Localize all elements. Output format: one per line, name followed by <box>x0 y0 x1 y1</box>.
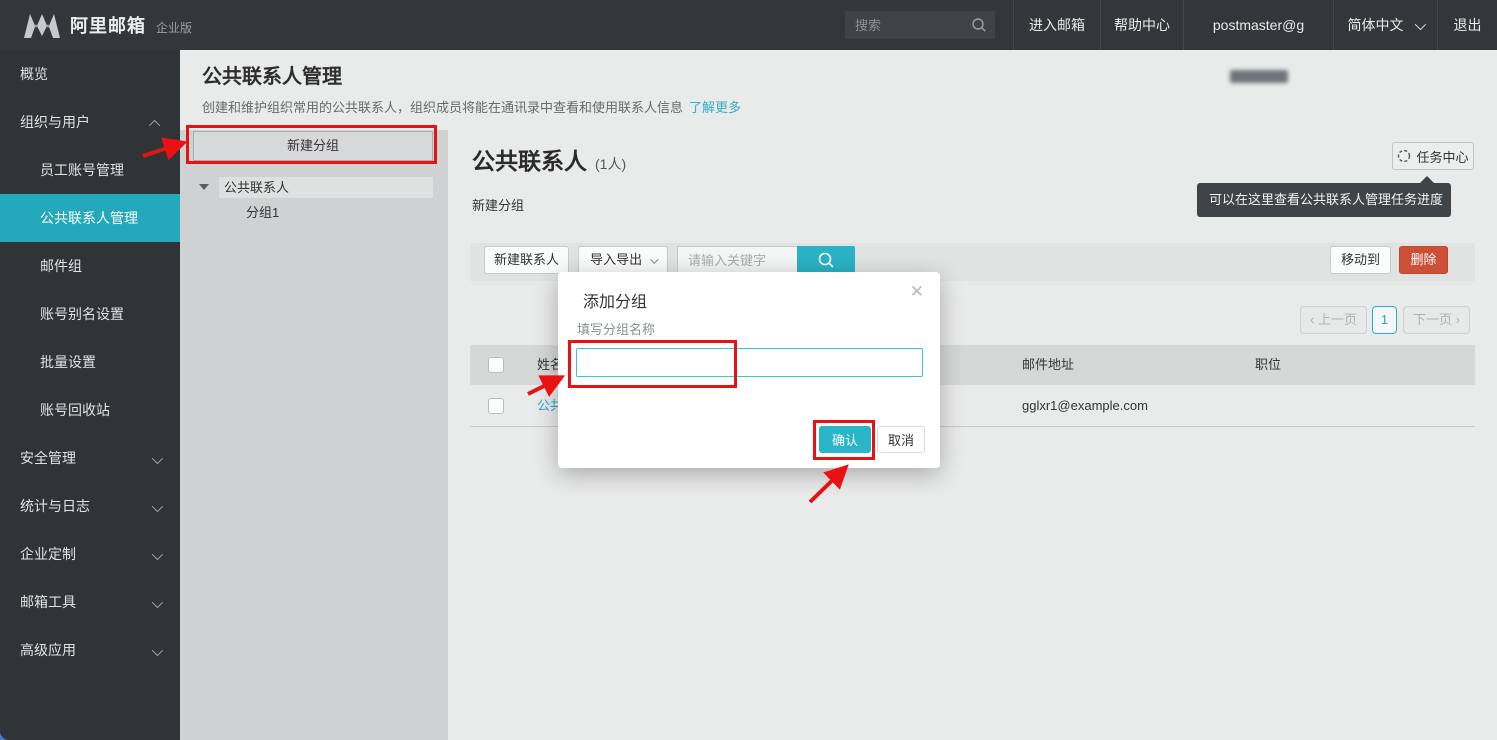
new-group-link[interactable]: 新建分组 <box>472 195 524 214</box>
add-group-modal: 添加分组 ✕ 填写分组名称 确认 取消 <box>558 272 940 468</box>
member-count: (1人) <box>595 156 626 172</box>
sidebar-item-account-recycle[interactable]: 账号回收站 <box>0 386 180 434</box>
logout-button[interactable]: 退出 <box>1437 0 1497 50</box>
task-center-button[interactable]: 任务中心 <box>1392 142 1474 170</box>
enter-mailbox-button[interactable]: 进入邮箱 <box>1013 0 1100 50</box>
column-header-email: 邮件地址 <box>1022 345 1074 385</box>
prev-page-button[interactable]: ‹ 上一页 <box>1300 306 1367 334</box>
tooltip-text: 可以在这里查看公共联系人管理任务进度 <box>1209 183 1443 217</box>
sidebar-item-label: 账号回收站 <box>40 402 110 418</box>
sidebar-item-org-users[interactable]: 组织与用户 <box>0 98 180 146</box>
triangle-down-icon[interactable] <box>199 184 209 190</box>
next-page-button[interactable]: 下一页 › <box>1403 306 1470 334</box>
brand-name: 阿里邮箱 <box>70 12 146 38</box>
help-center-button[interactable]: 帮助中心 <box>1100 0 1183 50</box>
sidebar-item-mail-groups[interactable]: 邮件组 <box>0 242 180 290</box>
row-checkbox[interactable] <box>488 398 504 414</box>
sidebar-item-label: 高级应用 <box>20 642 76 658</box>
page-description: 创建和维护组织常用的公共联系人，组织成员将能在通讯录中查看和使用联系人信息了解更… <box>202 97 741 116</box>
account-menu[interactable]: postmaster@g <box>1183 0 1333 50</box>
group-name-label: 填写分组名称 <box>577 319 655 338</box>
alimail-logo-icon <box>24 12 60 38</box>
keyword-search-button[interactable] <box>797 246 855 274</box>
column-header-title: 职位 <box>1255 345 1281 385</box>
tooltip-arrow <box>1420 176 1434 183</box>
sidebar-item-label: 账号别名设置 <box>40 306 124 322</box>
close-icon[interactable]: ✕ <box>910 282 924 302</box>
import-export-label: 导入导出 <box>590 252 642 267</box>
content-title: 公共联系人 (1人) <box>472 142 626 176</box>
cancel-button[interactable]: 取消 <box>877 426 925 453</box>
task-center-icon <box>1397 149 1411 163</box>
delete-button[interactable]: 删除 <box>1399 246 1448 274</box>
logout-label: 退出 <box>1454 17 1482 33</box>
chevron-down-icon <box>152 549 163 560</box>
group-name-input[interactable] <box>576 348 923 377</box>
sidebar-nav: 概览 组织与用户 员工账号管理 公共联系人管理 邮件组 账号别名设置 批量设置 … <box>0 50 180 740</box>
sidebar-item-overview[interactable]: 概览 <box>0 50 180 98</box>
task-center-label: 任务中心 <box>1416 147 1468 166</box>
sidebar-item-advanced-apps[interactable]: 高级应用 <box>0 626 180 674</box>
sidebar-item-public-contacts[interactable]: 公共联系人管理 <box>0 194 180 242</box>
chevron-down-icon <box>152 453 163 464</box>
learn-more-link[interactable]: 了解更多 <box>689 100 741 115</box>
tree-node-root[interactable]: 公共联系人 <box>219 177 433 198</box>
brand-edition: 企业版 <box>156 19 192 36</box>
sidebar-item-label: 统计与日志 <box>20 498 90 514</box>
sidebar-item-label: 概览 <box>20 66 48 82</box>
chevron-down-icon <box>152 645 163 656</box>
sidebar-item-label: 安全管理 <box>20 450 76 466</box>
sidebar-item-label: 员工账号管理 <box>40 162 124 178</box>
tree-node-group1[interactable]: 分组1 <box>246 203 279 223</box>
page-description-text: 创建和维护组织常用的公共联系人，组织成员将能在通讯录中查看和使用联系人信息 <box>202 100 683 115</box>
admin-console: 阿里邮箱 企业版 进入邮箱 帮助中心 postmaster@g 简体中文 退出 … <box>0 0 1497 740</box>
new-group-button[interactable]: 新建分组 <box>193 131 433 161</box>
chevron-down-icon <box>1415 19 1426 30</box>
page-number-button[interactable]: 1 <box>1372 306 1397 334</box>
confirm-button[interactable]: 确认 <box>819 426 871 453</box>
sidebar-item-enterprise-custom[interactable]: 企业定制 <box>0 530 180 578</box>
topbar-search-input[interactable] <box>845 11 963 39</box>
content-title-text: 公共联系人 <box>472 148 587 174</box>
chevron-down-icon <box>152 597 163 608</box>
sidebar-item-stats-logs[interactable]: 统计与日志 <box>0 482 180 530</box>
account-label: postmaster@g <box>1213 17 1304 33</box>
sidebar-item-label: 公共联系人管理 <box>40 210 138 226</box>
help-center-label: 帮助中心 <box>1114 17 1170 33</box>
sidebar-item-label: 批量设置 <box>40 354 96 370</box>
enter-mailbox-label: 进入邮箱 <box>1029 17 1085 33</box>
task-center-tooltip: 可以在这里查看公共联系人管理任务进度 ✕ <box>1197 183 1451 217</box>
move-to-button[interactable]: 移动到 <box>1330 246 1391 274</box>
account-redacted-blur <box>1230 70 1288 83</box>
annotation-arrow-confirm <box>810 470 843 502</box>
sidebar-item-staff-accounts[interactable]: 员工账号管理 <box>0 146 180 194</box>
keyword-search-input[interactable] <box>677 246 797 274</box>
import-export-button[interactable]: 导入导出 <box>578 246 668 274</box>
sidebar-item-batch-settings[interactable]: 批量设置 <box>0 338 180 386</box>
search-icon <box>817 251 835 269</box>
sidebar-item-mail-tools[interactable]: 邮箱工具 <box>0 578 180 626</box>
page-title: 公共联系人管理 <box>202 60 342 89</box>
topbar-search[interactable] <box>845 11 995 39</box>
chevron-down-icon <box>152 501 163 512</box>
language-menu[interactable]: 简体中文 <box>1333 0 1437 50</box>
new-contact-button[interactable]: 新建联系人 <box>484 246 569 274</box>
select-all-checkbox[interactable] <box>488 357 504 373</box>
search-icon[interactable] <box>971 17 987 33</box>
sidebar-item-label: 组织与用户 <box>20 114 90 130</box>
sidebar-item-alias-settings[interactable]: 账号别名设置 <box>0 290 180 338</box>
chevron-up-icon <box>149 120 160 131</box>
top-bar: 阿里邮箱 企业版 进入邮箱 帮助中心 postmaster@g 简体中文 退出 <box>0 0 1497 50</box>
brand: 阿里邮箱 企业版 <box>24 0 192 50</box>
group-tree-panel <box>180 130 448 740</box>
sidebar-item-label: 邮件组 <box>40 258 82 274</box>
sidebar-item-security[interactable]: 安全管理 <box>0 434 180 482</box>
sidebar-item-label: 企业定制 <box>20 546 76 562</box>
language-label: 简体中文 <box>1348 17 1404 33</box>
contact-email: gglxr1@example.com <box>1022 385 1148 427</box>
close-icon[interactable]: ✕ <box>1431 183 1442 217</box>
modal-title: 添加分组 <box>583 288 647 312</box>
sidebar-item-label: 邮箱工具 <box>20 594 76 610</box>
chevron-down-icon <box>650 255 658 263</box>
